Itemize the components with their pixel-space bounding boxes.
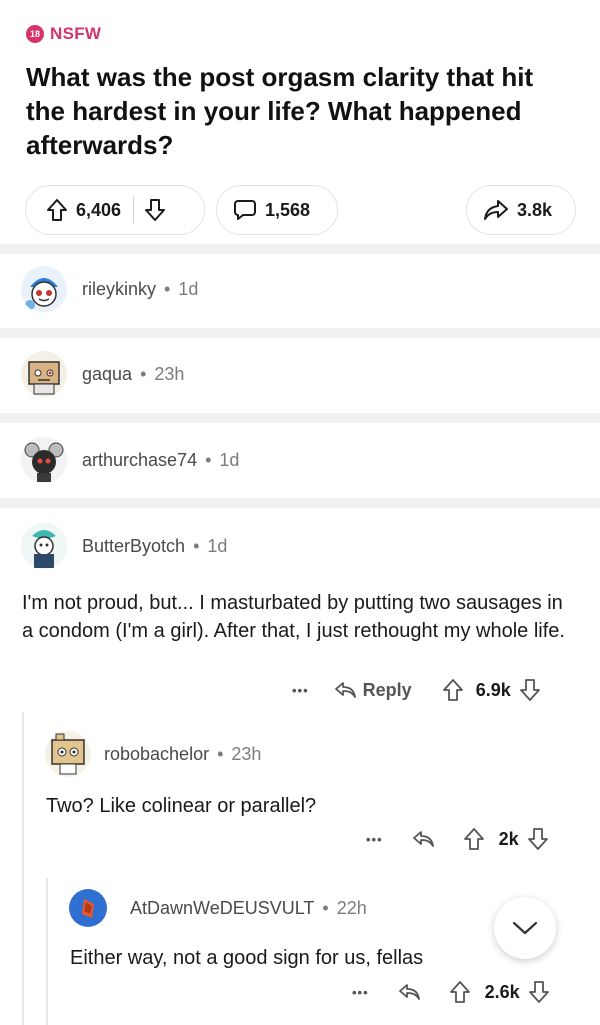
- avatar[interactable]: [20, 522, 68, 570]
- share-button[interactable]: 3.8k: [466, 185, 576, 235]
- more-options-button[interactable]: •••: [366, 832, 383, 847]
- post-vote-bar: 6,406: [25, 185, 205, 235]
- username[interactable]: AtDawnWeDEUSVULT: [130, 898, 314, 919]
- username[interactable]: ButterByotch: [82, 536, 185, 557]
- avatar[interactable]: [44, 730, 92, 778]
- reply-button[interactable]: Reply: [363, 680, 412, 701]
- section-divider: [0, 244, 600, 254]
- upvote-arrow-icon[interactable]: [449, 980, 471, 1004]
- reply-arrow-icon[interactable]: [333, 680, 357, 700]
- comments-button[interactable]: 1,568: [216, 185, 338, 235]
- upvote-arrow-icon[interactable]: [46, 198, 68, 222]
- upvote-arrow-icon[interactable]: [463, 827, 485, 851]
- post-score: 6,406: [76, 199, 122, 220]
- reply-arrow-icon[interactable]: [397, 982, 421, 1002]
- separator-dot: •: [164, 278, 171, 299]
- comment-body: I'm not proud, but... I masturbated by p…: [22, 592, 565, 642]
- share-count: 3.8k: [517, 199, 553, 220]
- reply-header: robobachelor • 23h: [44, 730, 261, 778]
- separator-dot: •: [205, 449, 212, 470]
- downvote-arrow-icon[interactable]: [144, 198, 166, 222]
- collapsed-comment[interactable]: gaqua • 23h: [20, 350, 184, 398]
- separator-dot: •: [322, 897, 329, 918]
- nsfw-label: NSFW: [50, 24, 102, 43]
- username[interactable]: robobachelor: [104, 744, 209, 765]
- username[interactable]: arthurchase74: [82, 450, 197, 471]
- reply-header: AtDawnWeDEUSVULT • 22h: [68, 888, 367, 928]
- separator-dot: •: [193, 535, 200, 556]
- section-divider: [0, 413, 600, 423]
- separator-dot: •: [140, 363, 147, 384]
- username[interactable]: rileykinky: [82, 279, 156, 300]
- vote-divider: [133, 197, 135, 223]
- avatar[interactable]: [20, 350, 68, 398]
- username[interactable]: gaqua: [82, 364, 132, 385]
- comment-age: 1d: [219, 449, 240, 470]
- reply-body: Either way, not a good sign for us, fell…: [70, 947, 424, 969]
- comment-actions: ••• Reply 6.9k: [292, 678, 541, 702]
- comment-age: 1d: [207, 535, 228, 556]
- avatar[interactable]: [68, 888, 108, 928]
- collapsed-comment[interactable]: rileykinky • 1d: [20, 265, 198, 313]
- reply-arrow-icon[interactable]: [411, 829, 435, 849]
- post-title: What was the post orgasm clarity that hi…: [26, 62, 534, 160]
- comment-age: 23h: [154, 363, 185, 384]
- scroll-down-button[interactable]: [494, 897, 556, 959]
- avatar[interactable]: [20, 265, 68, 313]
- section-divider: [0, 498, 600, 508]
- reply-body: Two? Like colinear or parallel?: [46, 795, 317, 817]
- reply-actions: ••• 2.6k: [352, 980, 550, 1004]
- collapsed-comment[interactable]: arthurchase74 • 1d: [20, 436, 239, 484]
- section-divider: [0, 328, 600, 338]
- cropped-top-area: [0, 0, 600, 12]
- reply-score: 2.6k: [484, 981, 520, 1002]
- more-options-button[interactable]: •••: [292, 683, 309, 698]
- avatar[interactable]: [20, 436, 68, 484]
- more-options-button[interactable]: •••: [352, 985, 369, 1000]
- nsfw-18-icon: 18: [26, 25, 44, 43]
- downvote-arrow-icon[interactable]: [528, 980, 550, 1004]
- comment-score: 6.9k: [475, 679, 511, 700]
- comment-count: 1,568: [265, 199, 311, 220]
- separator-dot: •: [217, 743, 224, 764]
- comment-header: ButterByotch • 1d: [20, 522, 227, 570]
- reply-actions: ••• 2k: [366, 827, 549, 851]
- downvote-arrow-icon[interactable]: [519, 678, 541, 702]
- reply-score: 2k: [498, 828, 519, 849]
- comment-age: 1d: [178, 278, 199, 299]
- nsfw-tag: 18 NSFW: [26, 24, 101, 44]
- comment-age: 23h: [231, 743, 262, 764]
- downvote-arrow-icon[interactable]: [527, 827, 549, 851]
- chevron-down-icon: [512, 920, 538, 936]
- speech-bubble-icon: [233, 198, 257, 222]
- thread-line[interactable]: [46, 878, 48, 1025]
- comment-age: 22h: [336, 897, 367, 918]
- share-arrow-icon: [483, 199, 509, 221]
- thread-line[interactable]: [22, 712, 24, 1025]
- upvote-arrow-icon[interactable]: [442, 678, 464, 702]
